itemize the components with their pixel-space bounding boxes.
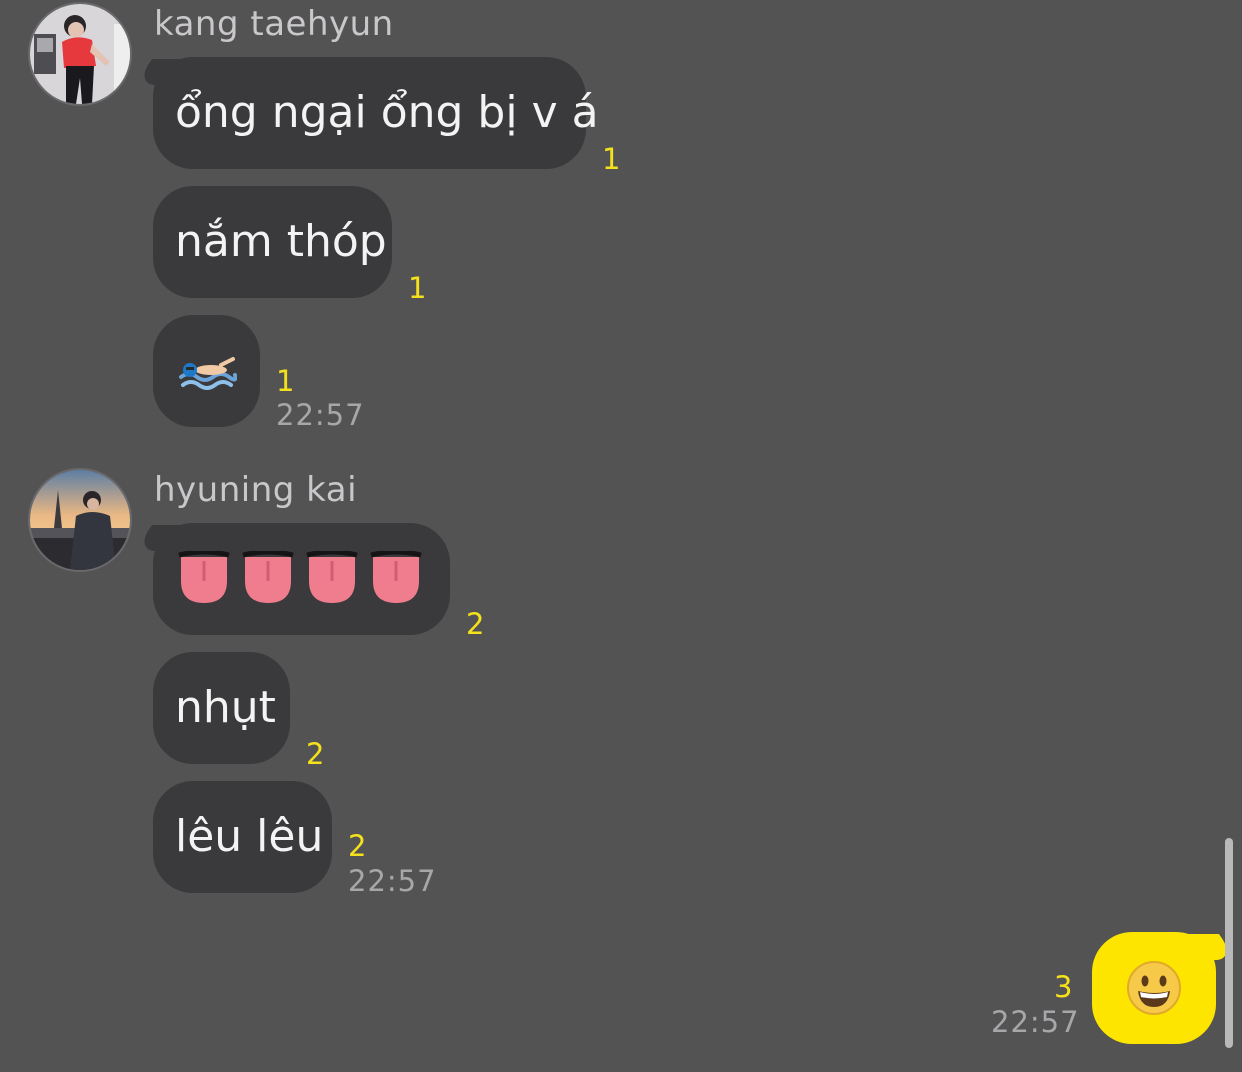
sender-name: kang taehyun bbox=[154, 4, 394, 44]
unread-count: 2 bbox=[306, 737, 325, 771]
chat-room: kang taehyun ổng ngại ổng bị v á 1 nắm t… bbox=[0, 0, 1242, 1072]
swimmer-emoji-icon bbox=[178, 357, 237, 390]
message-bubble[interactable]: nhụt bbox=[153, 652, 290, 764]
timestamp: 22:57 bbox=[348, 864, 437, 898]
avatar-image bbox=[30, 4, 130, 104]
unread-count: 1 bbox=[276, 364, 295, 398]
unread-count: 2 bbox=[466, 607, 485, 641]
timestamp: 22:57 bbox=[991, 1005, 1080, 1039]
my-emoji-message-bubble[interactable] bbox=[1092, 932, 1216, 1044]
message-bubble[interactable]: nắm thóp bbox=[153, 186, 392, 298]
unread-count: 3 bbox=[1054, 970, 1073, 1004]
sender-name: hyuning kai bbox=[154, 470, 358, 510]
scrollbar-thumb[interactable] bbox=[1225, 838, 1233, 1048]
message-bubble[interactable]: lêu lêu bbox=[153, 781, 332, 893]
avatar-hyuning-kai[interactable] bbox=[28, 468, 132, 572]
tongue-emoji-icon bbox=[178, 551, 422, 603]
unread-count: 1 bbox=[602, 142, 621, 176]
timestamp: 22:57 bbox=[276, 398, 365, 432]
emoji-message-bubble[interactable] bbox=[153, 523, 450, 635]
unread-count: 1 bbox=[408, 271, 427, 305]
emoji-message-bubble[interactable] bbox=[153, 315, 260, 427]
avatar-image bbox=[30, 470, 130, 570]
grinning-face-emoji-icon bbox=[1127, 961, 1181, 1015]
message-bubble[interactable]: ổng ngại ổng bị v á bbox=[153, 57, 599, 169]
avatar-kang-taehyun[interactable] bbox=[28, 2, 132, 106]
unread-count: 2 bbox=[348, 829, 367, 863]
